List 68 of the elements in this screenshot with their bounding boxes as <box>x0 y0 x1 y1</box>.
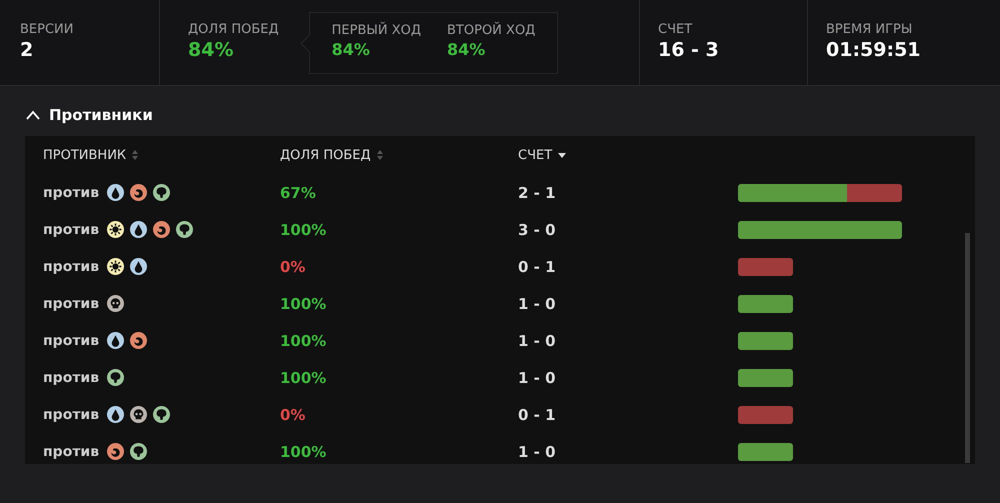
stat-value: 01:59:51 <box>826 39 921 61</box>
score: 0 - 1 <box>518 406 556 424</box>
opponent-label: против <box>43 370 100 386</box>
opponent-label: против <box>43 406 100 422</box>
stat-value: 84% <box>188 39 234 61</box>
tree-icon <box>176 221 194 238</box>
opponent-label: против <box>43 332 100 348</box>
score: 0 - 1 <box>518 258 556 276</box>
results-bar <box>738 368 792 386</box>
scrollbar[interactable] <box>965 233 970 463</box>
score: 1 - 0 <box>518 368 556 386</box>
column-header[interactable]: СЧЕТ <box>518 148 566 162</box>
stat-value: 84% <box>447 40 486 59</box>
stat-value: 84% <box>332 40 371 59</box>
win-rate: 100% <box>280 294 326 312</box>
stat-value: 16 - 3 <box>658 39 719 61</box>
opponent-label: против <box>43 184 100 200</box>
drop-icon <box>107 406 124 423</box>
sort-icon <box>376 150 383 160</box>
score: 3 - 0 <box>518 220 556 238</box>
win-rate: 100% <box>280 332 326 350</box>
sort-descending-icon <box>558 152 566 158</box>
opponent-label: против <box>43 258 100 274</box>
score: 2 - 1 <box>518 184 556 202</box>
fireball-icon <box>130 184 148 201</box>
tree-icon <box>153 184 170 201</box>
fireball-icon <box>107 443 124 460</box>
skull-icon <box>107 295 124 312</box>
tree-icon <box>153 406 170 423</box>
sort-icon <box>132 150 138 160</box>
drop-icon <box>107 332 124 349</box>
column-header[interactable]: ПРОТИВНИК <box>43 148 138 162</box>
stat-label: СЧЕТ <box>658 22 694 37</box>
stat-label: ВЕРСИИ <box>20 22 74 37</box>
score: 1 - 0 <box>518 294 556 312</box>
skull-icon <box>130 406 148 423</box>
column-header[interactable]: ДОЛЯ ПОБЕД <box>280 148 383 162</box>
tree-icon <box>130 443 148 460</box>
fireball-icon <box>153 221 170 238</box>
win-rate: 100% <box>280 368 326 386</box>
stat-label: ВРЕМЯ ИГРЫ <box>826 22 914 37</box>
win-rate: 0% <box>280 258 306 276</box>
results-bar <box>738 258 792 276</box>
win-rate: 100% <box>280 220 326 238</box>
sun-icon <box>107 258 124 275</box>
sun-icon <box>107 221 124 238</box>
drop-icon <box>130 221 148 238</box>
win-rate: 67% <box>280 184 316 202</box>
win-rate: 100% <box>280 442 326 460</box>
results-bar <box>738 406 792 424</box>
stat-value: 2 <box>20 39 34 61</box>
stat-label: ДОЛЯ ПОБЕД <box>188 22 279 37</box>
drop-icon <box>107 184 124 201</box>
fireball-icon <box>130 332 148 349</box>
tree-icon <box>107 369 124 386</box>
opponent-label: против <box>43 444 100 460</box>
win-rate: 0% <box>280 406 306 424</box>
opponent-label: против <box>43 296 100 312</box>
results-bar <box>738 294 792 312</box>
score: 1 - 0 <box>518 332 556 350</box>
score: 1 - 0 <box>518 442 556 460</box>
opponent-label: против <box>43 222 100 238</box>
results-bar <box>738 442 792 460</box>
stat-label: ВТОРОЙ ХОД <box>447 23 536 38</box>
drop-icon <box>130 258 148 275</box>
section-toggle[interactable]: Противники <box>25 106 153 124</box>
results-bar <box>738 332 792 350</box>
stat-label: ПЕРВЫЙ ХОД <box>332 23 422 38</box>
